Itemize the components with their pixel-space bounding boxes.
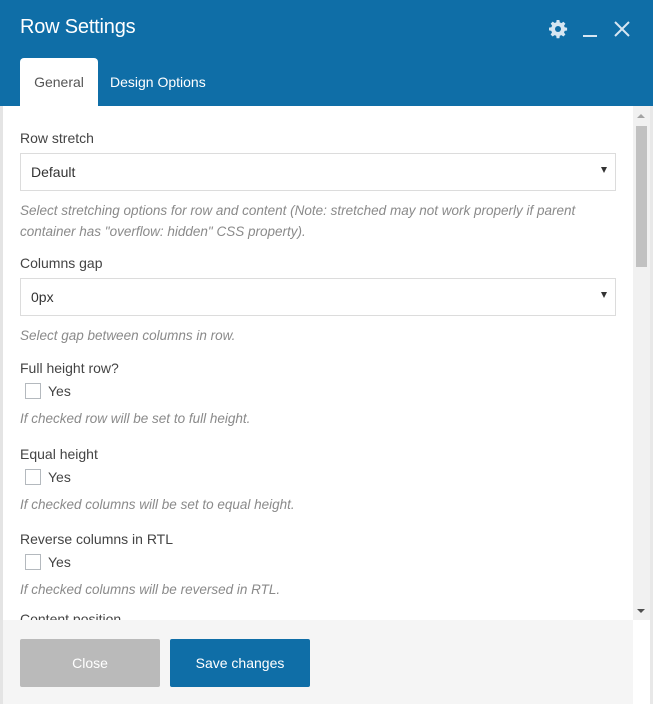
row-stretch-label: Row stretch: [20, 130, 94, 146]
scroll-up-arrow-icon[interactable]: [637, 114, 645, 118]
columns-gap-select[interactable]: 0px: [20, 278, 616, 316]
full-height-option-label[interactable]: Yes: [48, 383, 71, 399]
full-height-field: Full height row? Yes If checked row will…: [20, 360, 616, 429]
equal-height-field: Equal height Yes If checked columns will…: [20, 446, 616, 515]
reverse-rtl-option-label[interactable]: Yes: [48, 554, 71, 570]
full-height-option: Yes: [25, 381, 616, 401]
gear-icon[interactable]: [547, 17, 569, 41]
modal-title: Row Settings: [20, 16, 136, 38]
full-height-label: Full height row?: [20, 360, 119, 376]
equal-height-option-label[interactable]: Yes: [48, 469, 71, 485]
scroll-down-arrow-icon[interactable]: [637, 609, 645, 613]
header-controls: [547, 17, 633, 41]
reverse-rtl-hint: If checked columns will be reversed in R…: [20, 582, 281, 597]
columns-gap-hint: Select gap between columns in row.: [20, 328, 236, 343]
equal-height-label: Equal height: [20, 446, 98, 462]
dropdown-arrow-icon: [601, 167, 607, 173]
tab-bar: General Design Options: [20, 58, 218, 106]
full-height-hint: If checked row will be set to full heigh…: [20, 411, 251, 426]
row-stretch-value: Default: [31, 164, 76, 180]
equal-height-option: Yes: [25, 467, 616, 487]
content-position-label: Content position: [20, 611, 122, 620]
reverse-rtl-option: Yes: [25, 552, 616, 572]
dropdown-arrow-icon: [601, 292, 607, 298]
reverse-rtl-label: Reverse columns in RTL: [20, 531, 174, 547]
row-stretch-field: Row stretch Default Select stretching op…: [20, 130, 616, 242]
full-height-checkbox[interactable]: [25, 383, 41, 399]
settings-panel: Row stretch Default Select stretching op…: [3, 106, 633, 620]
modal-footer: Close Save changes: [3, 620, 633, 704]
equal-height-hint: If checked columns will be set to equal …: [20, 497, 295, 512]
scrollbar-thumb[interactable]: [636, 126, 647, 267]
close-icon[interactable]: [611, 17, 633, 41]
vertical-scrollbar[interactable]: [633, 106, 650, 620]
row-stretch-select[interactable]: Default: [20, 153, 616, 191]
row-settings-modal: Row Settings General Design Options Row …: [0, 0, 653, 704]
modal-header: Row Settings General Design Options: [0, 0, 653, 106]
reverse-rtl-field: Reverse columns in RTL Yes If checked co…: [20, 531, 616, 600]
reverse-rtl-checkbox[interactable]: [25, 554, 41, 570]
columns-gap-field: Columns gap 0px Select gap between colum…: [20, 255, 616, 346]
close-button[interactable]: Close: [20, 639, 160, 687]
equal-height-checkbox[interactable]: [25, 469, 41, 485]
minimize-icon[interactable]: [579, 17, 601, 41]
columns-gap-label: Columns gap: [20, 255, 103, 271]
tab-design-options[interactable]: Design Options: [98, 58, 218, 106]
tab-general[interactable]: General: [20, 58, 98, 106]
save-changes-button[interactable]: Save changes: [170, 639, 310, 687]
columns-gap-value: 0px: [31, 289, 54, 305]
row-stretch-hint: Select stretching options for row and co…: [20, 203, 576, 239]
